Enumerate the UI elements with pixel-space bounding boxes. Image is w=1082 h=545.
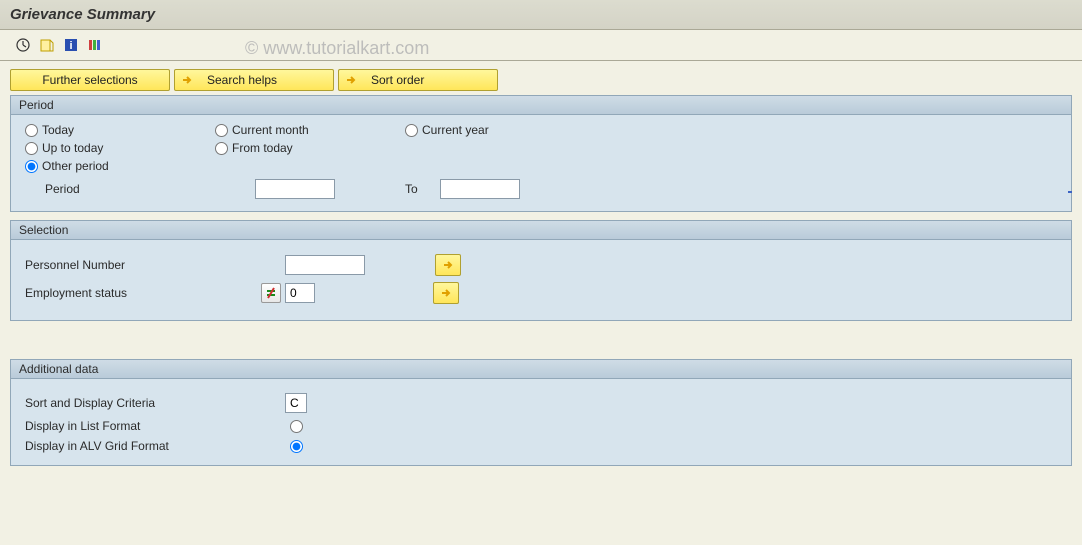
radio-from-today-label: From today <box>232 141 293 155</box>
period-from-label: Period <box>25 182 255 196</box>
alv-format-label: Display in ALV Grid Format <box>25 439 285 453</box>
layout-icon[interactable] <box>86 36 104 54</box>
period-to-label: To <box>405 182 418 196</box>
list-format-label: Display in List Format <box>25 419 285 433</box>
radio-current-year[interactable] <box>405 124 418 137</box>
sort-display-label: Sort and Display Criteria <box>25 396 285 410</box>
not-equal-icon[interactable] <box>261 283 281 303</box>
radio-alv-format[interactable] <box>290 440 303 453</box>
radio-today-label: Today <box>42 123 74 137</box>
search-helps-button[interactable]: Search helps <box>174 69 334 91</box>
radio-other-period-label: Other period <box>42 159 109 173</box>
arrow-right-icon <box>179 72 195 88</box>
content-area: Further selections Search helps Sort ord… <box>0 61 1082 482</box>
search-helps-label: Search helps <box>207 73 277 87</box>
period-from-input[interactable] <box>255 179 335 199</box>
additional-data-panel: Additional data Sort and Display Criteri… <box>10 359 1072 466</box>
arrow-right-icon <box>343 72 359 88</box>
page-title: Grievance Summary <box>0 0 1082 30</box>
personnel-number-input[interactable] <box>285 255 365 275</box>
spacer <box>10 329 1072 359</box>
personnel-number-multi-button[interactable] <box>435 254 461 276</box>
further-selections-button[interactable]: Further selections <box>10 69 170 91</box>
period-option-other-period[interactable]: Other period <box>25 159 215 173</box>
period-to-input[interactable] <box>440 179 520 199</box>
period-option-today[interactable]: Today <box>25 123 215 137</box>
radio-current-month-label: Current month <box>232 123 309 137</box>
period-panel: Period Today Current month Current year <box>10 95 1072 212</box>
period-option-from-today[interactable]: From today <box>215 141 405 155</box>
radio-up-to-today-label: Up to today <box>42 141 103 155</box>
radio-other-period[interactable] <box>25 160 38 173</box>
radio-current-month[interactable] <box>215 124 228 137</box>
radio-up-to-today[interactable] <box>25 142 38 155</box>
info-icon[interactable]: i <box>62 36 80 54</box>
edge-marker <box>1068 191 1072 193</box>
svg-text:i: i <box>69 40 72 52</box>
radio-list-format[interactable] <box>290 420 303 433</box>
selection-panel-title: Selection <box>11 221 1071 240</box>
sort-order-button[interactable]: Sort order <box>338 69 498 91</box>
employment-status-multi-button[interactable] <box>433 282 459 304</box>
app-toolbar: i <box>0 30 1082 61</box>
employment-status-input[interactable] <box>285 283 315 303</box>
personnel-number-label: Personnel Number <box>25 258 285 272</box>
sort-order-label: Sort order <box>371 73 424 87</box>
additional-data-title: Additional data <box>11 360 1071 379</box>
variant-icon[interactable] <box>38 36 56 54</box>
period-option-current-month[interactable]: Current month <box>215 123 405 137</box>
employment-status-label: Employment status <box>25 286 261 300</box>
period-option-up-to-today[interactable]: Up to today <box>25 141 215 155</box>
sort-display-input[interactable] <box>285 393 307 413</box>
period-option-current-year[interactable]: Current year <box>405 123 565 137</box>
radio-today[interactable] <box>25 124 38 137</box>
selection-buttons-row: Further selections Search helps Sort ord… <box>10 69 1072 91</box>
radio-from-today[interactable] <box>215 142 228 155</box>
radio-current-year-label: Current year <box>422 123 489 137</box>
execute-icon[interactable] <box>14 36 32 54</box>
selection-panel: Selection Personnel Number Employment st… <box>10 220 1072 321</box>
period-panel-title: Period <box>11 96 1071 115</box>
